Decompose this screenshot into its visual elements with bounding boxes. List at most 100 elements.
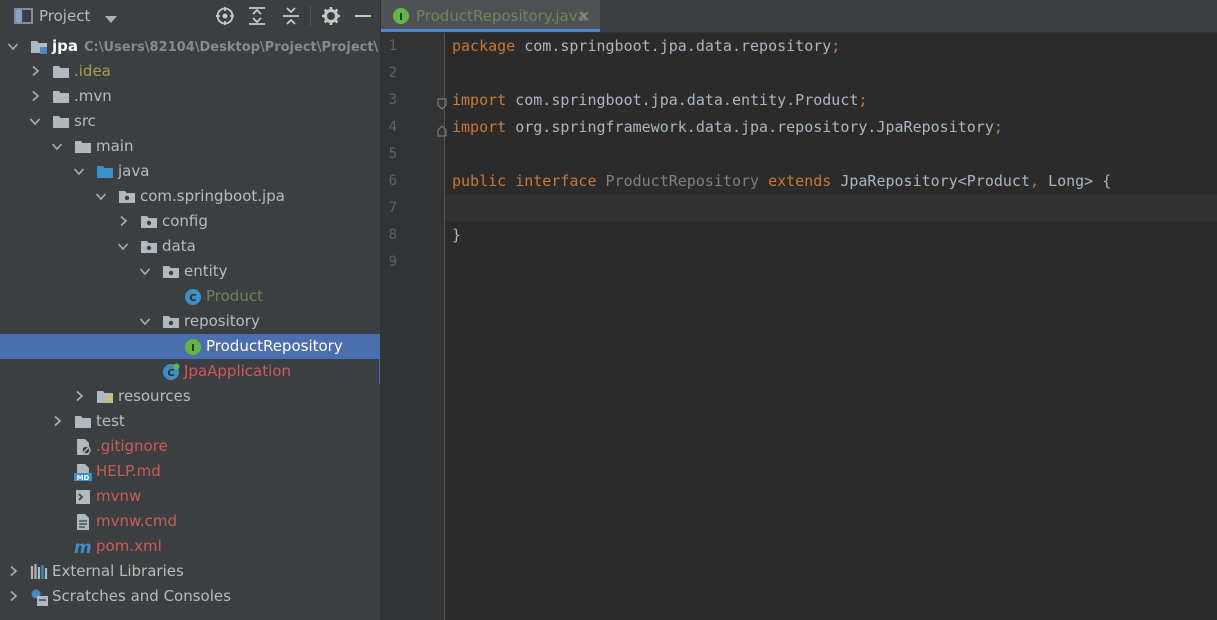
code-token: package — [452, 37, 525, 55]
tree-item-config[interactable]: config — [0, 209, 380, 234]
markdown-file-icon: MD — [74, 463, 92, 481]
ignore-file-icon — [74, 438, 92, 456]
close-icon[interactable] — [577, 8, 591, 22]
chevron-down-icon[interactable] — [50, 134, 64, 159]
project-panel: Project jpa C:\Users\82104\Desktop\Projec… — [0, 0, 380, 620]
tree-item-resources[interactable]: resources — [0, 384, 380, 409]
line-number: 7 — [388, 200, 397, 216]
tree-item-jpa[interactable]: jpa C:\Users\82104\Desktop\Project\Projec… — [0, 34, 380, 59]
code-line: package com.springboot.jpa.data.reposito… — [452, 33, 840, 60]
svg-text:MD: MD — [77, 474, 90, 481]
tree-item-label: mvnw — [96, 487, 142, 505]
chevron-down-icon[interactable] — [116, 234, 130, 259]
line-number: 6 — [388, 173, 397, 189]
chevron-right-icon[interactable] — [116, 209, 130, 234]
chevron-down-icon[interactable] — [72, 159, 86, 184]
svg-text:C: C — [189, 293, 196, 304]
folder-icon — [52, 63, 70, 81]
tree-item-label: .mvn — [74, 87, 112, 105]
tab-product-repository[interactable]: I ProductRepository.java — [381, 0, 600, 32]
tree-item-src[interactable]: src — [0, 109, 380, 134]
code-editor[interactable]: package com.springboot.jpa.data.reposito… — [445, 33, 1217, 620]
tree-item-product[interactable]: C Product — [0, 284, 380, 309]
tree-item-test[interactable]: test — [0, 409, 380, 434]
tree-item-data[interactable]: data — [0, 234, 380, 259]
tree-item-gitignore[interactable]: .gitignore — [0, 434, 380, 459]
module-folder-icon — [30, 38, 48, 56]
folder-icon — [52, 113, 70, 131]
minimize-icon[interactable] — [354, 6, 372, 26]
tree-item-label: data — [162, 237, 196, 255]
chevron-down-icon[interactable] — [6, 34, 20, 59]
package-icon — [140, 238, 158, 256]
code-token: import — [452, 118, 516, 136]
tree-item-mvnw[interactable]: mvnw — [0, 484, 380, 509]
tree-item-label: Scratches and Consoles — [52, 587, 231, 605]
tree-item-help-md[interactable]: MD HELP.md — [0, 459, 380, 484]
tree-item-label: .gitignore — [96, 437, 168, 455]
folder-icon — [74, 138, 92, 156]
chevron-down-icon[interactable] — [28, 109, 42, 134]
code-line: import com.springboot.jpa.data.entity.Pr… — [452, 87, 867, 114]
chevron-down-icon[interactable] — [138, 309, 152, 334]
tree-item-java[interactable]: java — [0, 159, 380, 184]
tree-item-idea[interactable]: .idea — [0, 59, 380, 84]
libraries-icon — [30, 563, 48, 581]
project-tree: jpa C:\Users\82104\Desktop\Project\Projec… — [0, 34, 380, 620]
package-icon — [118, 188, 136, 206]
project-panel-title[interactable]: Project — [39, 6, 90, 26]
chevron-right-icon[interactable] — [50, 409, 64, 434]
tree-item-jpaapplication[interactable]: C JpaApplication — [0, 359, 380, 384]
code-token: import — [452, 91, 516, 109]
code-token: , — [1030, 172, 1049, 190]
tree-item-label: repository — [184, 312, 260, 330]
text-file-icon — [74, 513, 92, 531]
line-number: 2 — [388, 65, 397, 81]
chevron-right-icon[interactable] — [72, 384, 86, 409]
editor-tab-bar: I ProductRepository.java — [381, 0, 1217, 33]
tree-item-main[interactable]: main — [0, 134, 380, 159]
code-token: } — [452, 226, 462, 244]
code-line: import org.springframework.data.jpa.repo… — [452, 114, 1003, 141]
code-token: ; — [858, 91, 868, 109]
editor-gutter[interactable]: 1 2 3 4 5 6 7 8 9 — [381, 33, 447, 620]
chevron-right-icon[interactable] — [28, 84, 42, 109]
tree-item-entity[interactable]: entity — [0, 259, 380, 284]
project-view-icon[interactable] — [14, 7, 34, 25]
code-token: ; — [993, 118, 1003, 136]
locate-icon[interactable] — [215, 6, 235, 26]
gear-icon[interactable] — [321, 6, 341, 26]
tree-item-productrepository[interactable]: I ProductRepository — [0, 334, 380, 359]
chevron-right-icon[interactable] — [6, 584, 20, 609]
tree-item-com-springboot-jpa[interactable]: com.springboot.jpa — [0, 184, 380, 209]
line-number: 9 — [388, 254, 397, 270]
chevron-right-icon[interactable] — [6, 559, 20, 584]
view-selector-dropdown-icon[interactable] — [104, 10, 118, 23]
tree-item-mvn[interactable]: .mvn — [0, 84, 380, 109]
tree-item-label: External Libraries — [52, 562, 184, 580]
chevron-down-icon[interactable] — [138, 259, 152, 284]
chevron-down-icon[interactable] — [94, 184, 108, 209]
folder-icon — [52, 88, 70, 106]
tree-item-label: ProductRepository — [206, 337, 343, 355]
tree-item-repository[interactable]: repository — [0, 309, 380, 334]
chevron-right-icon[interactable] — [28, 59, 42, 84]
tree-item-pom-xml[interactable]: m pom.xml — [0, 534, 380, 559]
tree-item-label: test — [96, 412, 125, 430]
expand-all-icon[interactable] — [248, 6, 266, 26]
line-number: 5 — [388, 146, 397, 162]
code-token: interface — [515, 172, 606, 190]
code-token: public — [452, 172, 516, 190]
code-token: org.springframework.data.jpa.repository.… — [515, 118, 994, 136]
tree-item-label: pom.xml — [96, 537, 162, 555]
caret-line-highlight — [445, 195, 1217, 222]
tree-item-scratches-and-consoles[interactable]: Scratches and Consoles — [0, 584, 380, 609]
shell-script-icon — [74, 488, 92, 506]
collapse-all-icon[interactable] — [282, 6, 300, 26]
tree-item-external-libraries[interactable]: External Libraries — [0, 559, 380, 584]
tree-item-mvnw-cmd[interactable]: mvnw.cmd — [0, 509, 380, 534]
tree-item-label: main — [96, 137, 134, 155]
maven-icon: m — [74, 538, 96, 556]
line-number: 1 — [388, 38, 397, 54]
line-number: 3 — [388, 92, 397, 108]
